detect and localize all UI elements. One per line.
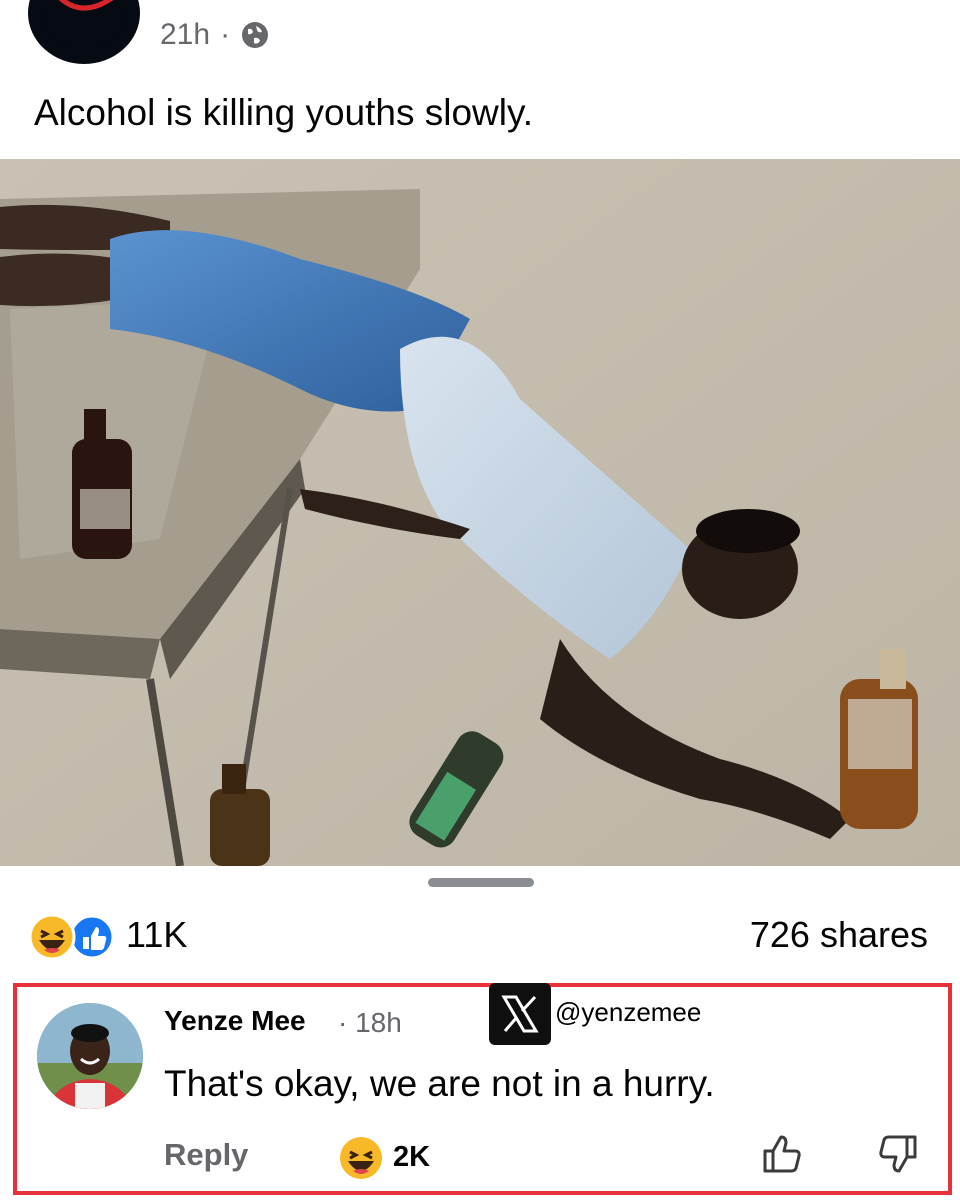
commenter-avatar[interactable] [37, 1003, 143, 1109]
globe-icon [242, 22, 269, 48]
reply-button[interactable]: Reply [164, 1137, 248, 1173]
post-header: TV 21h · [0, 0, 960, 80]
reaction-count[interactable]: 11K [126, 914, 187, 956]
watermark-handle: @yenzemee [555, 997, 702, 1027]
like-reaction-icon [69, 914, 115, 960]
svg-text:TV: TV [62, 0, 98, 6]
comment-time: · 18h [338, 1007, 402, 1038]
meta-separator: · [220, 18, 231, 51]
post-caption: Alcohol is killing youths slowly. [34, 92, 534, 133]
comment-reaction-count[interactable]: 2K [393, 1141, 430, 1174]
x-logo-icon [489, 983, 551, 1045]
reaction-icons[interactable] [28, 912, 118, 962]
highlighted-comment: Yenze Mee · 18h @yenzemee That's okay, w… [13, 983, 952, 1195]
comment-text: That's okay, we are not in a hurry. [164, 1063, 715, 1104]
thumbs-up-icon[interactable] [759, 1131, 805, 1177]
post-photo[interactable] [0, 159, 960, 866]
laugh-emoji-icon [28, 913, 76, 961]
thumbs-down-icon[interactable] [875, 1131, 921, 1177]
page-avatar[interactable]: TV [28, 0, 140, 64]
commenter-name[interactable]: Yenze Mee [164, 1005, 306, 1037]
shares-count[interactable]: 726 shares [750, 914, 928, 956]
reactions-summary: 11K 726 shares [28, 908, 928, 964]
post-time[interactable]: 21h [160, 18, 210, 52]
laugh-emoji-icon[interactable] [338, 1135, 384, 1181]
drag-handle[interactable] [428, 878, 534, 887]
page-logo-icon: TV [40, 0, 128, 50]
post-meta: 21h · [160, 18, 270, 52]
